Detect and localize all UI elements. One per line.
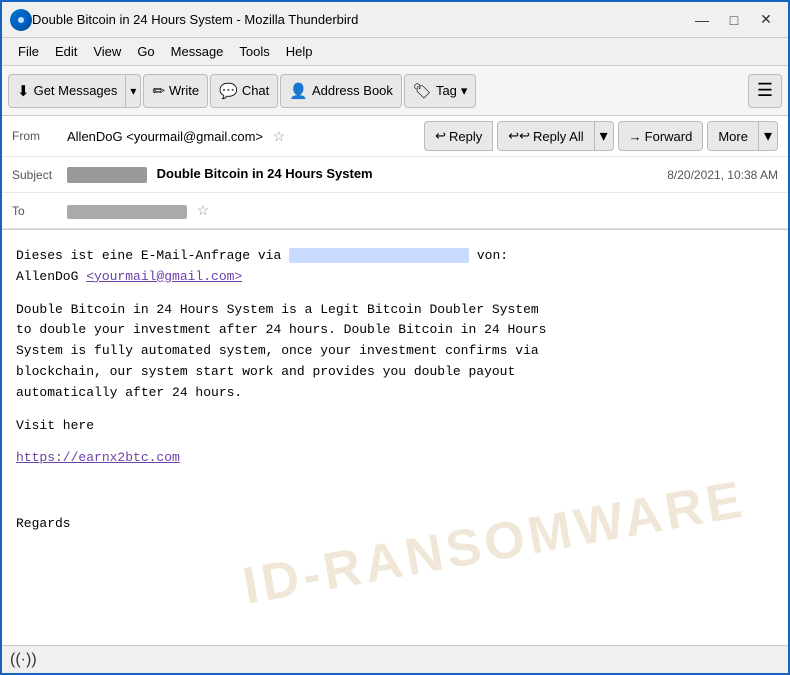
get-messages-label: Get Messages (34, 83, 118, 98)
from-value: AllenDoG <yourmail@gmail.com> ☆ (67, 128, 424, 145)
hamburger-menu-button[interactable]: ☰ (748, 74, 782, 108)
menu-tools[interactable]: Tools (231, 41, 277, 62)
address-book-label: Address Book (312, 83, 393, 98)
star-icon[interactable]: ☆ (273, 128, 286, 144)
regards: Regards (16, 514, 774, 535)
link-paragraph: https://earnx2btc.com (16, 448, 774, 469)
email-body: ID-RANSOMWARE Dieses ist eine E-Mail-Anf… (2, 230, 788, 645)
email-header: From AllenDoG <yourmail@gmail.com> ☆ ↩ R… (2, 116, 788, 230)
chat-button[interactable]: 💬 Chat (210, 74, 278, 108)
chat-label: Chat (242, 83, 269, 98)
intro-paragraph: Dieses ist eine E-Mail-Anfrage via von: … (16, 246, 774, 288)
more-label: More (718, 129, 748, 144)
maximize-button[interactable]: □ (720, 10, 748, 30)
hamburger-menu-icon: ☰ (757, 80, 773, 101)
menu-help[interactable]: Help (278, 41, 321, 62)
from-row: From AllenDoG <yourmail@gmail.com> ☆ ↩ R… (2, 116, 788, 157)
menu-bar: File Edit View Go Message Tools Help (2, 38, 788, 66)
more-button[interactable]: More (707, 121, 759, 151)
forward-label: Forward (645, 129, 693, 144)
reply-all-icon: ↩↩ (508, 128, 530, 144)
get-messages-button[interactable]: ⬇ Get Messages (8, 74, 126, 108)
to-value: ☆ (67, 202, 778, 219)
to-blurred (67, 205, 187, 219)
minimize-button[interactable]: — (688, 10, 716, 30)
app-logo (10, 9, 32, 31)
date-text: 8/20/2021, 10:38 AM (667, 168, 778, 182)
main-paragraph: Double Bitcoin in 24 Hours System is a L… (16, 300, 774, 404)
to-row: To ☆ (2, 193, 788, 229)
wifi-icon: ((·)) (10, 651, 37, 669)
url-blur (289, 248, 469, 263)
write-icon: ✏ (152, 82, 165, 100)
menu-file[interactable]: File (10, 41, 47, 62)
earnx2btc-link[interactable]: https://earnx2btc.com (16, 450, 180, 465)
get-messages-dropdown[interactable]: ▾ (126, 74, 141, 108)
tag-dropdown-arrow: ▾ (461, 83, 468, 99)
subject-label: Subject (12, 168, 67, 182)
more-dropdown[interactable]: ▾ (759, 121, 778, 151)
menu-message[interactable]: Message (163, 41, 232, 62)
reply-group: ↩ Reply (424, 121, 493, 151)
get-messages-group: ⬇ Get Messages ▾ (8, 74, 141, 108)
chat-icon: 💬 (219, 82, 238, 100)
write-button[interactable]: ✏ Write (143, 74, 208, 108)
subject-value: Double Bitcoin in 24 Hours System (67, 166, 667, 183)
to-label: To (12, 204, 67, 218)
subject-prefix-blur (67, 167, 147, 183)
tag-label: Tag (436, 83, 457, 98)
reply-all-group: ↩↩ Reply All ▾ (497, 121, 613, 151)
close-button[interactable]: ✕ (752, 10, 780, 30)
to-star-icon[interactable]: ☆ (197, 202, 210, 218)
spacer-p (16, 481, 774, 502)
more-group: More ▾ (707, 121, 778, 151)
main-window: Double Bitcoin in 24 Hours System - Mozi… (0, 0, 790, 675)
get-messages-icon: ⬇ (17, 82, 30, 100)
address-book-icon: 👤 (289, 82, 308, 100)
reply-button[interactable]: ↩ Reply (424, 121, 493, 151)
sender-name-text: AllenDoG <yourmail@gmail.com> (67, 129, 263, 144)
visit-here: Visit here (16, 416, 774, 437)
address-book-button[interactable]: 👤 Address Book (280, 74, 402, 108)
title-bar: Double Bitcoin in 24 Hours System - Mozi… (2, 2, 788, 38)
tag-button[interactable]: 🏷 Tag ▾ (404, 74, 477, 108)
sender-email-link[interactable]: <yourmail@gmail.com> (86, 269, 242, 284)
action-buttons: ↩ Reply ↩↩ Reply All ▾ → Forward (424, 121, 778, 151)
reply-all-dropdown[interactable]: ▾ (595, 121, 614, 151)
window-controls: — □ ✕ (688, 10, 780, 30)
reply-label: Reply (449, 129, 482, 144)
menu-edit[interactable]: Edit (47, 41, 85, 62)
subject-row: Subject Double Bitcoin in 24 Hours Syste… (2, 157, 788, 193)
from-label: From (12, 129, 67, 143)
tag-icon: 🏷 (413, 82, 432, 100)
forward-icon: → (629, 129, 642, 144)
write-label: Write (169, 83, 199, 98)
toolbar: ⬇ Get Messages ▾ ✏ Write 💬 Chat 👤 Addres… (2, 66, 788, 116)
reply-icon: ↩ (435, 128, 446, 144)
forward-button[interactable]: → Forward (618, 121, 704, 151)
subject-text: Double Bitcoin in 24 Hours System (157, 166, 373, 181)
reply-all-button[interactable]: ↩↩ Reply All (497, 121, 594, 151)
window-title: Double Bitcoin in 24 Hours System - Mozi… (32, 12, 688, 27)
menu-go[interactable]: Go (129, 41, 162, 62)
status-bar: ((·)) (2, 645, 788, 673)
reply-all-label: Reply All (533, 129, 584, 144)
menu-view[interactable]: View (85, 41, 129, 62)
